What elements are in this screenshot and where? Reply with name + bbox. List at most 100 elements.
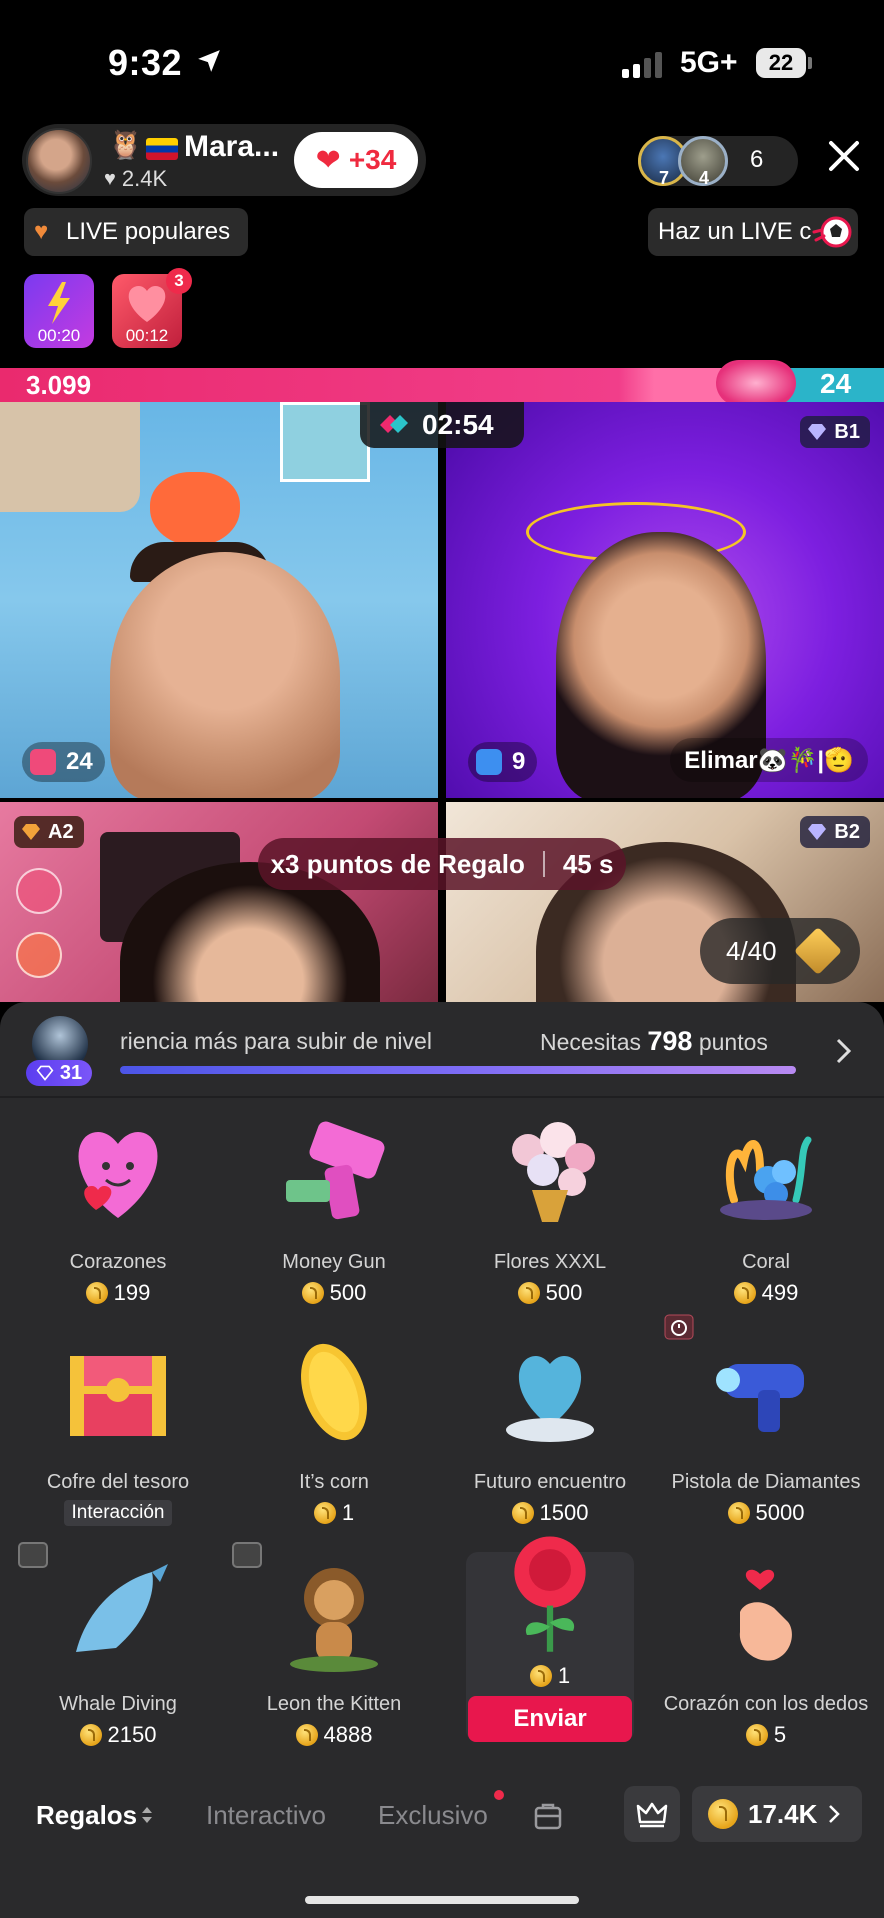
spark-icon	[716, 360, 796, 406]
battle-timer-value: 02:54	[422, 409, 494, 440]
booster-icon[interactable]	[16, 868, 62, 914]
tile-score-value: 24	[66, 748, 93, 775]
chevron-right-icon[interactable]	[834, 1036, 854, 1066]
mini-card-timer: 00:20	[37, 326, 81, 345]
gift-item[interactable]: Whale Diving 2150	[8, 1552, 228, 1748]
divider	[542, 851, 545, 877]
divider	[0, 1096, 884, 1098]
owl-icon: 🦉	[108, 129, 143, 160]
mini-gift-card[interactable]: 00:20	[24, 274, 94, 348]
rank-label: B2	[834, 820, 860, 843]
streamer-name-text: Elimar🐼🎋|🫡	[684, 746, 854, 774]
bag-icon[interactable]	[532, 1800, 564, 1832]
tab-interactivo[interactable]: Interactivo	[206, 1800, 326, 1831]
gift-item[interactable]: Coral 499	[656, 1110, 876, 1306]
subscription-button[interactable]	[624, 1786, 680, 1842]
gift-item[interactable]: Flores XXXL 500	[440, 1110, 660, 1306]
coin-balance-button[interactable]: 17.4K	[692, 1786, 862, 1842]
coin-icon	[745, 1724, 768, 1746]
host-avatar[interactable]	[26, 128, 92, 194]
sort-arrows-icon[interactable]	[140, 1803, 154, 1827]
level-value: 31	[59, 1061, 83, 1084]
points-banner-text: x3 puntos de Regalo	[270, 848, 525, 879]
rank-badge: B1	[800, 416, 870, 448]
coin-icon	[313, 1502, 336, 1524]
gift-item[interactable]: Leon the Kitten 4888	[224, 1552, 444, 1748]
diamond-icon	[808, 424, 827, 440]
video-tile-3[interactable]: A2	[0, 802, 438, 1002]
interaction-tag: Interacción	[63, 1500, 173, 1526]
gift-name: Coral	[742, 1251, 790, 1273]
coin-icon	[733, 1282, 756, 1304]
mini-card-timer: 00:12	[125, 326, 169, 345]
coin-icon	[517, 1282, 540, 1304]
treasure-box-icon	[793, 926, 842, 976]
gift-price: 5	[656, 1722, 876, 1748]
money-gun-icon	[286, 1121, 385, 1220]
lightning-icon[interactable]	[16, 932, 62, 978]
popular-live-chip[interactable]: ♥ LIVE populares	[24, 208, 248, 256]
coin-icon	[85, 1282, 108, 1304]
host-likes-count: 2.4K	[121, 166, 168, 191]
coin-icon	[511, 1502, 534, 1524]
poster	[280, 402, 370, 482]
tab-regalos[interactable]: Regalos	[36, 1800, 137, 1831]
top-viewers[interactable]: 7 4	[638, 136, 798, 188]
gift-item[interactable]: Corazón con los dedos 5	[656, 1552, 876, 1748]
coin-icon	[301, 1282, 324, 1304]
diamond-icon	[808, 824, 827, 840]
gift-price: 499	[656, 1280, 876, 1306]
timer-icon	[664, 1314, 694, 1340]
coin-icon	[727, 1502, 750, 1524]
location-arrow-icon	[198, 50, 220, 72]
heart-sticker-icon	[150, 472, 240, 546]
viewer-count[interactable]: 6	[750, 146, 763, 174]
gift-price: 500	[440, 1280, 660, 1306]
like-delta: +34	[348, 144, 397, 175]
streamer-name[interactable]: Elimar🐼🎋|🫡	[670, 738, 868, 782]
tile-score: 24	[22, 742, 105, 782]
follow-like-button[interactable]: ❤ +34	[294, 132, 418, 188]
home-indicator	[305, 1896, 579, 1904]
coin-icon	[708, 1799, 738, 1829]
gift-item[interactable]: Money Gun 500	[224, 1110, 444, 1306]
battle-left-score: 3.099	[26, 370, 92, 400]
gift-item[interactable]: Futuro encuentro 1500	[440, 1330, 660, 1526]
send-button[interactable]: Enviar	[468, 1696, 632, 1742]
gift-item[interactable]: Pistola de Diamantes 5000	[656, 1330, 876, 1526]
gift-price: 500	[224, 1280, 444, 1306]
battle-right-score: 24	[820, 368, 852, 399]
diamond-gun-icon	[716, 1364, 804, 1432]
heart-icon: ❤	[315, 143, 341, 177]
video-tile-1[interactable]: 24	[0, 402, 438, 798]
whale-icon	[76, 1564, 168, 1652]
venezuela-flag-icon	[146, 138, 178, 160]
host-name[interactable]: Mara...	[184, 130, 279, 164]
rank-label: A2	[48, 820, 74, 843]
crown-icon	[636, 1802, 668, 1828]
heart-icon: ♥	[104, 167, 116, 190]
gift-item[interactable]: It’s corn 1	[224, 1330, 444, 1526]
gift-name: It’s corn	[299, 1471, 369, 1493]
gift-name: Leon the Kitten	[266, 1693, 402, 1715]
lightning-icon	[48, 282, 70, 324]
viewer-avatar[interactable]: 4	[678, 136, 728, 188]
treasure-progress[interactable]: 4/40	[700, 918, 860, 984]
video-tile-2[interactable]: B1 9 Elimar🐼🎋|🫡	[446, 402, 884, 798]
points-banner-time: 45 s	[562, 848, 614, 879]
gift-name: Cofre del tesoro	[46, 1471, 190, 1493]
gift-item-selected[interactable]: 1	[440, 1526, 660, 1689]
gift-item[interactable]: Cofre del tesoro Interacción	[8, 1330, 228, 1526]
tab-exclusivo[interactable]: Exclusivo	[378, 1800, 488, 1831]
host-likes: ♥ 2.4K	[104, 166, 167, 192]
glass-heart-icon	[506, 1356, 594, 1442]
level-progress-bar	[120, 1066, 796, 1074]
notification-badge: 3	[166, 268, 192, 294]
signal-icon	[622, 50, 662, 78]
close-icon[interactable]	[826, 138, 862, 174]
viewer-rank: 4	[699, 168, 710, 188]
status-bar: 9:32 5G+ 22	[0, 0, 884, 120]
status-time: 9:32	[108, 42, 183, 83]
gift-name: Futuro encuentro	[473, 1471, 627, 1493]
gift-item[interactable]: Corazones 199	[8, 1110, 228, 1306]
